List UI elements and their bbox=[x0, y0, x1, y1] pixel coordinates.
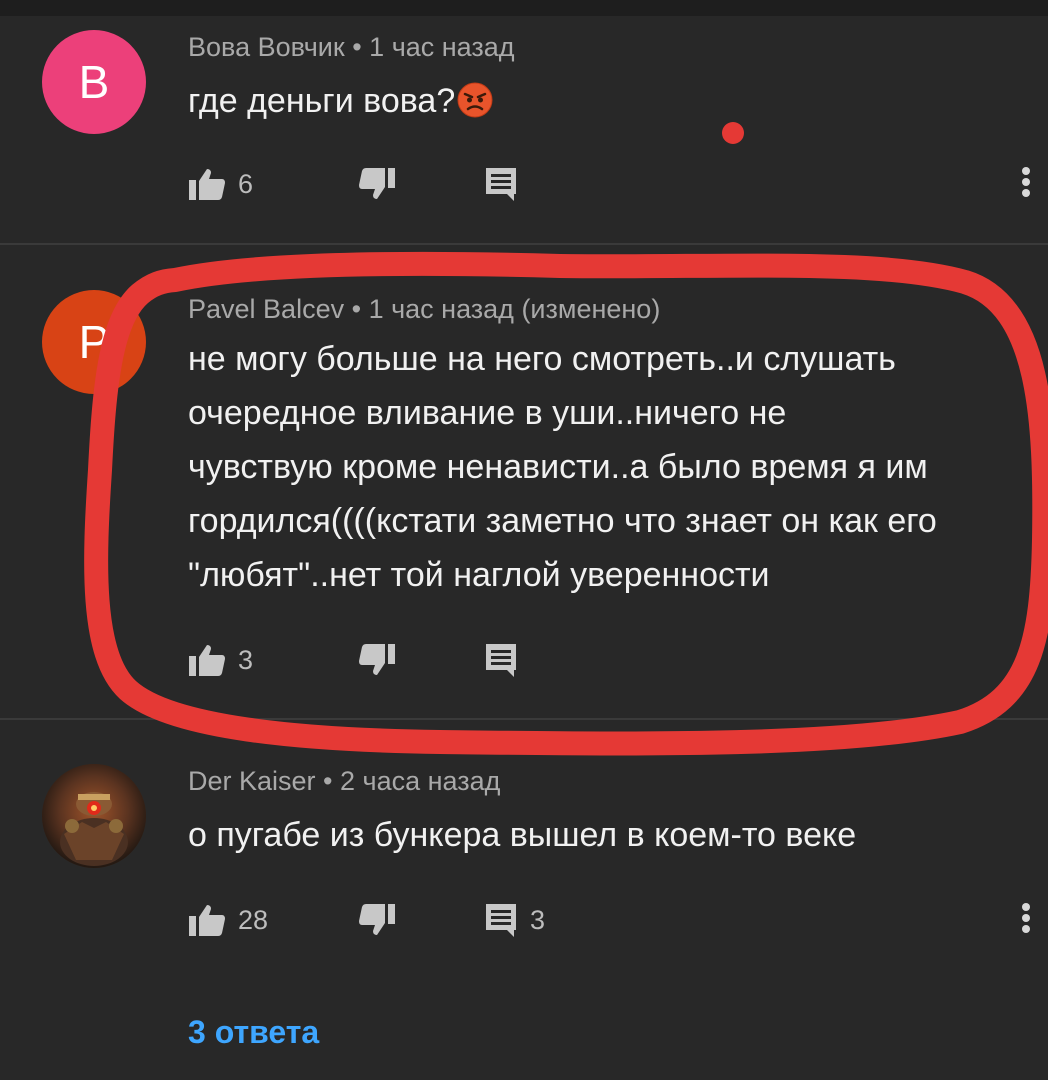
like-button[interactable]: 28 bbox=[188, 900, 268, 940]
like-count: 3 bbox=[238, 644, 254, 675]
divider bbox=[0, 243, 1048, 245]
thumb-up-icon bbox=[188, 643, 226, 677]
reply-comment-icon bbox=[484, 902, 518, 938]
top-bar bbox=[0, 0, 1048, 16]
comment-line: гордился((((кстати заметно что знает он … bbox=[188, 502, 937, 540]
thumb-up-icon bbox=[188, 903, 226, 937]
comment-time: 2 часа назад bbox=[340, 766, 501, 796]
comment-actions: 6 bbox=[188, 164, 1028, 204]
comment-text-content: где деньги вова? bbox=[188, 82, 456, 120]
reply-count: 3 bbox=[530, 904, 546, 935]
meta-separator: • bbox=[315, 766, 341, 796]
author-name[interactable]: Вова Вовчик bbox=[188, 32, 345, 62]
angry-face-icon bbox=[457, 80, 493, 134]
reply-button[interactable] bbox=[484, 640, 518, 680]
notification-dot bbox=[722, 122, 744, 144]
thumb-down-icon bbox=[358, 643, 396, 677]
like-button[interactable]: 3 bbox=[188, 640, 253, 680]
dislike-button[interactable] bbox=[358, 900, 396, 940]
comment-line: чувствую кроме ненависти..а было время я… bbox=[188, 448, 928, 486]
avatar-letter: B bbox=[78, 56, 110, 108]
comment-time: 1 час назад bbox=[369, 32, 515, 62]
avatar[interactable]: B bbox=[42, 30, 146, 134]
comment-actions: 28 3 bbox=[188, 900, 1028, 940]
author-name[interactable]: Pavel Balcev bbox=[188, 294, 344, 324]
thumb-down-icon bbox=[358, 903, 396, 937]
more-options-button[interactable] bbox=[1018, 164, 1034, 204]
comment-text-content: о пугабе из бункера вышел в коем-то веке bbox=[188, 816, 857, 854]
author-name[interactable]: Der Kaiser bbox=[188, 766, 316, 796]
dislike-button[interactable] bbox=[358, 164, 396, 204]
comment-meta: Вова Вовчик • 1 час назад bbox=[188, 32, 515, 63]
reply-comment-icon bbox=[484, 166, 518, 202]
comment-text: не могу больше на него смотреть..и слуша… bbox=[188, 332, 1038, 602]
meta-separator: • bbox=[344, 32, 370, 62]
view-replies-link[interactable]: 3 ответа bbox=[188, 1014, 319, 1051]
reply-comment-icon bbox=[484, 642, 518, 678]
like-count: 28 bbox=[238, 904, 269, 935]
avatar-image bbox=[42, 764, 146, 868]
dislike-button[interactable] bbox=[358, 640, 396, 680]
avatar[interactable]: P bbox=[42, 290, 146, 394]
meta-separator: • bbox=[344, 294, 369, 324]
like-count: 6 bbox=[238, 168, 254, 199]
divider bbox=[0, 718, 1048, 720]
comment-meta: Pavel Balcev • 1 час назад (изменено) bbox=[188, 294, 660, 325]
thumb-down-icon bbox=[358, 167, 396, 201]
comment-text: где деньги вова? bbox=[188, 74, 1038, 134]
comment-time: 1 час назад (изменено) bbox=[368, 294, 661, 324]
avatar[interactable] bbox=[42, 764, 146, 868]
reply-button[interactable]: 3 bbox=[484, 900, 545, 940]
thumb-up-icon bbox=[188, 167, 226, 201]
comment-meta: Der Kaiser • 2 часа назад bbox=[188, 766, 500, 797]
comment-line: не могу больше на него смотреть..и слуша… bbox=[188, 340, 896, 378]
like-button[interactable]: 6 bbox=[188, 164, 253, 204]
comment-line: очередное вливание в уши..ничего не bbox=[188, 394, 787, 432]
more-options-button[interactable] bbox=[1018, 900, 1034, 940]
avatar-letter: P bbox=[78, 316, 110, 368]
comment-actions: 3 bbox=[188, 640, 588, 680]
reply-button[interactable] bbox=[484, 164, 518, 204]
comment-text: о пугабе из бункера вышел в коем-то веке bbox=[188, 808, 1038, 862]
comment-line: "любят"..нет той наглой уверенности bbox=[188, 556, 770, 594]
